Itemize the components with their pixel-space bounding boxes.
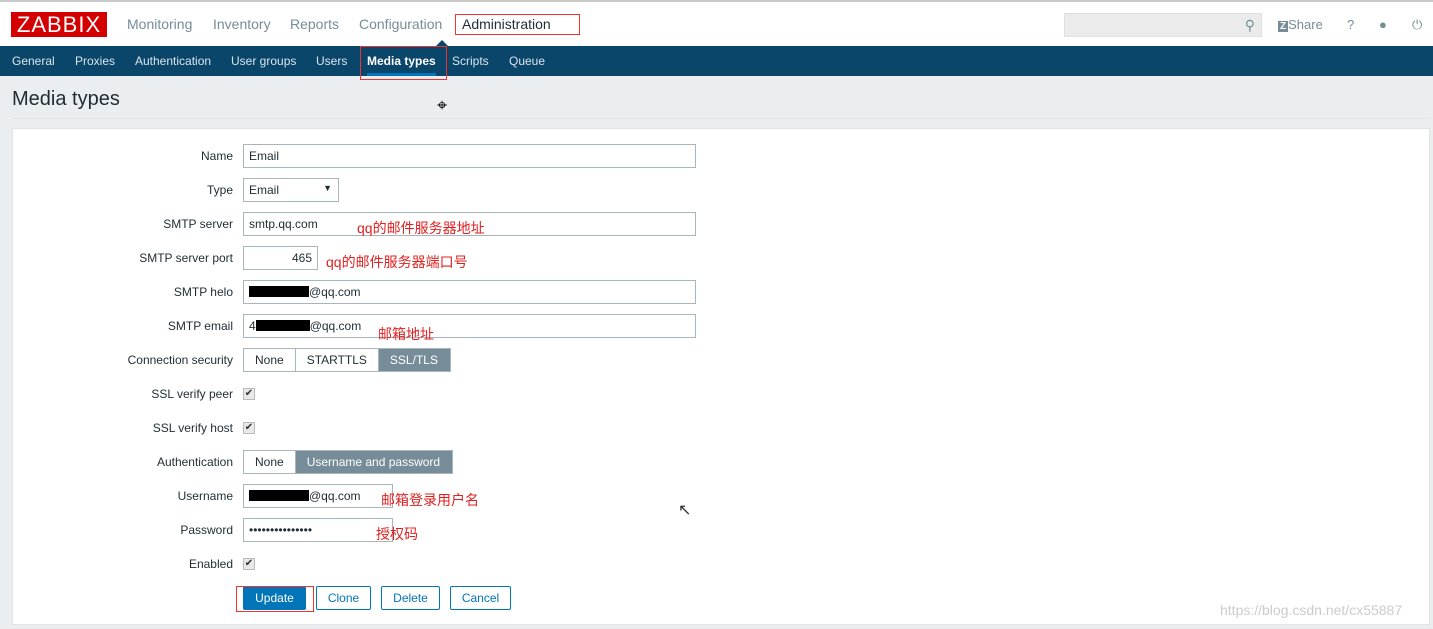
smtp-server-label: SMTP server [163,217,233,231]
help-icon[interactable]: ? [1347,17,1354,32]
zabbix-share-icon: Z [1278,21,1289,32]
tab-queue[interactable]: Queue [509,54,545,68]
clone-button[interactable]: Clone [316,586,371,610]
enabled-label: Enabled [188,557,233,571]
type-label: Type [206,183,233,197]
security-starttls[interactable]: STARTTLS [296,349,379,371]
user-profile-icon[interactable]: ● [1379,17,1387,32]
smtp-server-annotation: qq的邮件服务器地址 [357,220,485,236]
username-input[interactable]: @qq.com [243,484,393,508]
smtp-email-input[interactable]: 4 @qq.com [243,314,696,338]
zabbix-logo[interactable]: ZABBIX [11,12,107,37]
menu-monitoring[interactable]: Monitoring [127,16,192,32]
smtp-port-input[interactable]: 465 [243,246,318,270]
smtp-email-label: SMTP email [167,319,233,333]
smtp-email-annotation: 邮箱地址 [378,326,434,342]
form-panel [12,128,1430,625]
top-header: ZABBIX Monitoring Inventory Reports Conf… [0,0,1433,46]
cancel-button[interactable]: Cancel [450,586,511,610]
connection-security-radio: None STARTTLS SSL/TLS [243,348,451,372]
name-input[interactable]: Email [243,144,696,168]
smtp-port-annotation: qq的邮件服务器端口号 [326,254,468,270]
highlight-box [236,586,314,612]
smtp-helo-input[interactable]: @qq.com [243,280,696,304]
ssl-verify-peer-label: SSL verify peer [151,387,233,401]
ssl-verify-peer-checkbox[interactable]: ✔ [243,388,255,400]
name-label: Name [200,149,233,163]
share-link[interactable]: Z Share [1278,17,1323,32]
smtp-port-label: SMTP server port [139,251,233,265]
tab-scripts[interactable]: Scripts [452,54,489,68]
tab-general[interactable]: General [12,54,55,68]
security-none[interactable]: None [244,349,296,371]
tab-users[interactable]: Users [316,54,347,68]
page-title: Media types [12,88,120,110]
username-value: @qq.com [309,489,361,503]
menu-inventory[interactable]: Inventory [213,16,271,32]
connection-security-label: Connection security [127,353,233,367]
smtp-helo-value: @qq.com [309,285,361,299]
crosshair-cursor-icon: ⌖ [437,95,448,115]
dropdown-arrow-icon: ▼ [323,183,332,193]
menu-reports[interactable]: Reports [290,16,339,32]
ssl-verify-host-label: SSL verify host [152,421,233,435]
highlight-box [360,46,447,80]
menu-administration[interactable]: Administration [455,14,580,35]
authentication-label: Authentication [156,455,233,469]
search-input[interactable]: ⚲ [1064,13,1262,37]
logout-power-icon[interactable]: ⏻ [1412,17,1422,33]
redaction-bar [249,286,309,297]
password-label: Password [180,523,233,537]
username-label: Username [177,489,233,503]
type-value: Email [249,183,280,197]
username-annotation: 邮箱登录用户名 [381,492,479,508]
smtp-email-value: @qq.com [309,319,362,333]
password-input[interactable]: ••••••••••••••• [243,518,393,542]
divider [12,118,1430,119]
tab-user-groups[interactable]: User groups [231,54,296,68]
smtp-email-prefix: 4 [249,319,256,333]
watermark: https://blog.csdn.net/cx55887 [1220,602,1403,618]
redaction-bar [255,320,310,331]
tab-proxies[interactable]: Proxies [75,54,115,68]
ssl-verify-host-checkbox[interactable]: ✔ [243,422,255,434]
type-select[interactable]: Email ▼ [243,178,339,202]
enabled-checkbox[interactable]: ✔ [243,558,255,570]
tab-authentication[interactable]: Authentication [135,54,211,68]
security-ssl-tls[interactable]: SSL/TLS [378,349,450,371]
search-icon[interactable]: ⚲ [1245,17,1255,34]
menu-configuration[interactable]: Configuration [359,16,442,32]
authentication-radio: None Username and password [243,450,454,474]
auth-username-password[interactable]: Username and password [295,451,453,473]
delete-button[interactable]: Delete [381,586,440,610]
sub-navigation: General Proxies Authentication User grou… [0,40,1433,76]
auth-none[interactable]: None [244,451,296,473]
password-annotation: 授权码 [376,526,418,542]
smtp-helo-label: SMTP helo [173,285,233,299]
redaction-bar [249,490,309,501]
mouse-pointer-icon: ↖ [678,502,692,519]
